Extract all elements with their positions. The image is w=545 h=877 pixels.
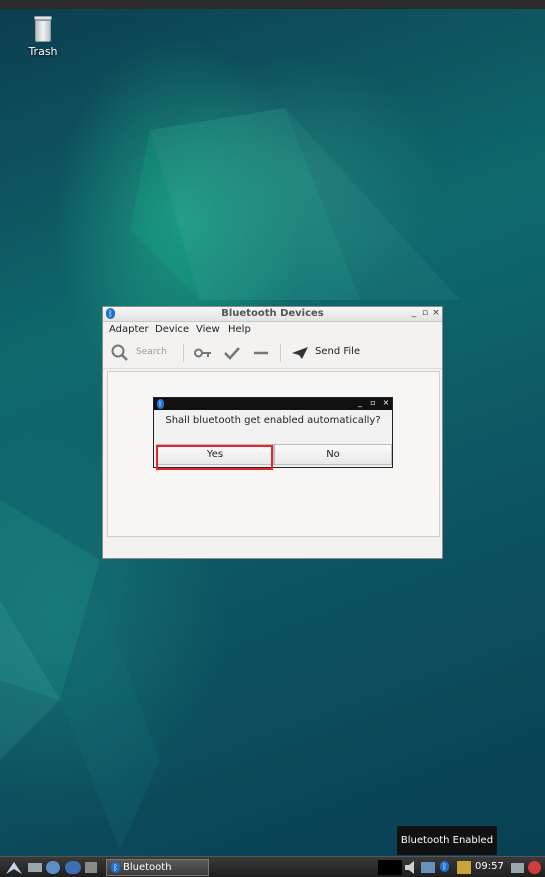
no-button[interactable]: No (274, 444, 392, 465)
browser-icon[interactable] (65, 861, 81, 874)
clock[interactable]: 09:57 (475, 861, 504, 872)
bluetooth-icon: ᛒ (111, 862, 120, 873)
menu-view[interactable]: View (196, 324, 220, 335)
search-icon[interactable] (111, 344, 129, 362)
updates-icon[interactable] (457, 861, 471, 874)
close-button[interactable]: × (431, 308, 441, 318)
send-file-icon[interactable] (291, 346, 309, 360)
terminal-icon[interactable] (85, 862, 97, 873)
dialog-maximize-button[interactable]: ▫ (368, 398, 378, 407)
dialog-minimize-button[interactable]: _ (355, 398, 365, 407)
menu-adapter[interactable]: Adapter (109, 324, 149, 335)
dialog-close-button[interactable]: × (381, 398, 391, 407)
power-icon[interactable] (528, 861, 541, 874)
taskbar: ᛒ Bluetooth Devices ᛒ 09:57 (0, 856, 545, 877)
toolbar-separator (183, 344, 184, 362)
taskbar-item-label: Bluetooth Devices (123, 862, 172, 873)
bluetooth-tray-icon[interactable]: ᛒ (440, 861, 449, 872)
desktop-icon-label: Trash (28, 45, 58, 58)
send-file-button[interactable]: Send File (315, 346, 360, 357)
volume-icon[interactable] (404, 860, 418, 875)
network-icon[interactable] (421, 862, 435, 873)
menu-device[interactable]: Device (155, 324, 189, 335)
file-manager-icon[interactable] (46, 861, 60, 874)
screen-icon[interactable] (511, 863, 524, 873)
window-title: Bluetooth Devices (221, 308, 324, 319)
remove-icon[interactable] (253, 348, 269, 358)
menu-bar: Adapter Device View Help (103, 322, 442, 338)
desktop-icon-trash[interactable]: Trash (24, 16, 62, 58)
window-titlebar[interactable]: ᛒ Bluetooth Devices _ ▫ × (103, 307, 442, 322)
minimize-button[interactable]: _ (409, 308, 419, 318)
toolbar-separator (280, 344, 281, 362)
trash-icon (34, 16, 52, 42)
menu-help[interactable]: Help (228, 324, 251, 335)
taskbar-item-bluetooth-devices[interactable]: ᛒ Bluetooth Devices (106, 859, 209, 876)
highlight-box (156, 445, 273, 470)
toolbar: Search Send File (103, 338, 442, 369)
desktop: Trash ᛒ Bluetooth Devices _ ▫ × Adapter … (0, 0, 545, 877)
show-desktop-icon[interactable] (28, 863, 42, 872)
notification-popup[interactable]: Bluetooth Enabled (397, 826, 497, 855)
search-button-label[interactable]: Search (136, 347, 167, 357)
dialog-question: Shall bluetooth get enabled automaticall… (165, 415, 381, 426)
key-icon[interactable] (194, 347, 212, 359)
tray-indicator (378, 860, 402, 875)
dialog-titlebar[interactable]: ᛒ _ ▫ × (154, 398, 392, 410)
checkmark-icon[interactable] (223, 346, 241, 360)
bluetooth-icon: ᛒ (157, 399, 164, 409)
start-menu-icon[interactable] (5, 860, 23, 875)
maximize-button[interactable]: ▫ (420, 308, 430, 318)
